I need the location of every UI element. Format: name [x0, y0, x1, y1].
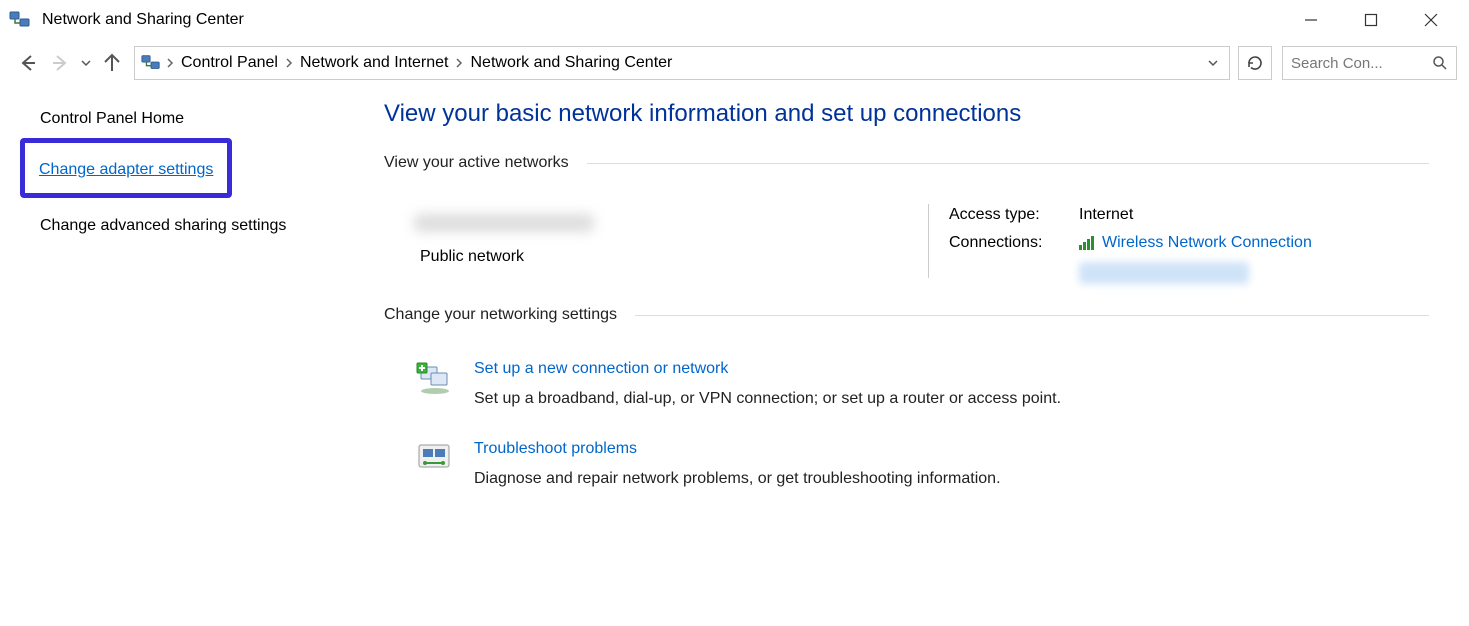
titlebar: Network and Sharing Center	[0, 0, 1469, 40]
section-active-networks: View your active networks	[384, 154, 1429, 172]
back-button[interactable]	[14, 49, 42, 77]
change-advanced-sharing-link[interactable]: Change advanced sharing settings	[40, 214, 300, 238]
minimize-button[interactable]	[1301, 10, 1321, 30]
maximize-button[interactable]	[1361, 10, 1381, 30]
section-change-settings: Change your networking settings	[384, 306, 1429, 324]
chevron-right-icon[interactable]	[454, 58, 464, 68]
sidebar: Control Panel Home Change adapter settin…	[0, 86, 360, 626]
network-name-redacted	[414, 214, 594, 232]
address-dropdown[interactable]	[1203, 47, 1223, 79]
setup-connection-icon	[414, 358, 456, 400]
access-type-value: Internet	[1079, 206, 1133, 224]
breadcrumb: Control Panel Network and Internet Netwo…	[165, 47, 1203, 79]
setup-connection-desc: Set up a broadband, dial-up, or VPN conn…	[474, 390, 1061, 408]
search-icon	[1432, 55, 1448, 71]
setup-connection-option[interactable]: Set up a new connection or network Set u…	[384, 346, 1429, 426]
search-box[interactable]	[1282, 46, 1457, 80]
section-title: Change your networking settings	[384, 306, 635, 324]
chevron-right-icon[interactable]	[284, 58, 294, 68]
vertical-divider	[928, 204, 929, 278]
network-sharing-icon	[141, 51, 165, 75]
breadcrumb-item[interactable]: Network and Sharing Center	[464, 47, 678, 79]
access-type-label: Access type:	[949, 206, 1079, 224]
breadcrumb-item[interactable]: Network and Internet	[294, 47, 455, 79]
wifi-signal-icon	[1079, 236, 1094, 250]
setup-connection-title[interactable]: Set up a new connection or network	[474, 360, 1061, 378]
refresh-button[interactable]	[1238, 46, 1272, 80]
forward-button[interactable]	[46, 49, 74, 77]
troubleshoot-option[interactable]: Troubleshoot problems Diagnose and repai…	[384, 426, 1429, 506]
search-input[interactable]	[1291, 55, 1448, 72]
navbar: Control Panel Network and Internet Netwo…	[0, 40, 1469, 86]
up-button[interactable]	[98, 49, 126, 77]
chevron-right-icon[interactable]	[165, 58, 175, 68]
networking-settings-options: Set up a new connection or network Set u…	[384, 338, 1429, 506]
divider	[587, 163, 1429, 164]
close-button[interactable]	[1421, 10, 1441, 30]
section-title: View your active networks	[384, 154, 587, 172]
highlight-annotation: Change adapter settings	[20, 138, 232, 198]
active-networks-block: Public network Access type: Internet Con…	[384, 186, 1429, 306]
content-area: Control Panel Home Change adapter settin…	[0, 86, 1469, 626]
network-type: Public network	[420, 248, 908, 266]
page-heading: View your basic network information and …	[384, 100, 1429, 128]
window-title: Network and Sharing Center	[42, 11, 1301, 29]
divider	[635, 315, 1429, 316]
control-panel-home-link[interactable]: Control Panel Home	[40, 110, 338, 128]
troubleshoot-desc: Diagnose and repair network problems, or…	[474, 470, 1001, 488]
connection-detail-redacted	[1079, 262, 1249, 284]
breadcrumb-item[interactable]: Control Panel	[175, 47, 284, 79]
address-bar[interactable]: Control Panel Network and Internet Netwo…	[134, 46, 1230, 80]
troubleshoot-icon	[414, 438, 456, 480]
change-adapter-settings-link[interactable]: Change adapter settings	[39, 161, 213, 179]
network-identity: Public network	[414, 196, 908, 286]
history-dropdown[interactable]	[78, 49, 94, 77]
troubleshoot-title[interactable]: Troubleshoot problems	[474, 440, 1001, 458]
network-sharing-icon	[8, 8, 32, 32]
network-details: Access type: Internet Connections: Wirel…	[949, 196, 1429, 286]
main-panel: View your basic network information and …	[360, 86, 1469, 626]
connections-label: Connections:	[949, 234, 1079, 252]
connection-link[interactable]: Wireless Network Connection	[1102, 234, 1312, 252]
window-controls	[1301, 10, 1441, 30]
